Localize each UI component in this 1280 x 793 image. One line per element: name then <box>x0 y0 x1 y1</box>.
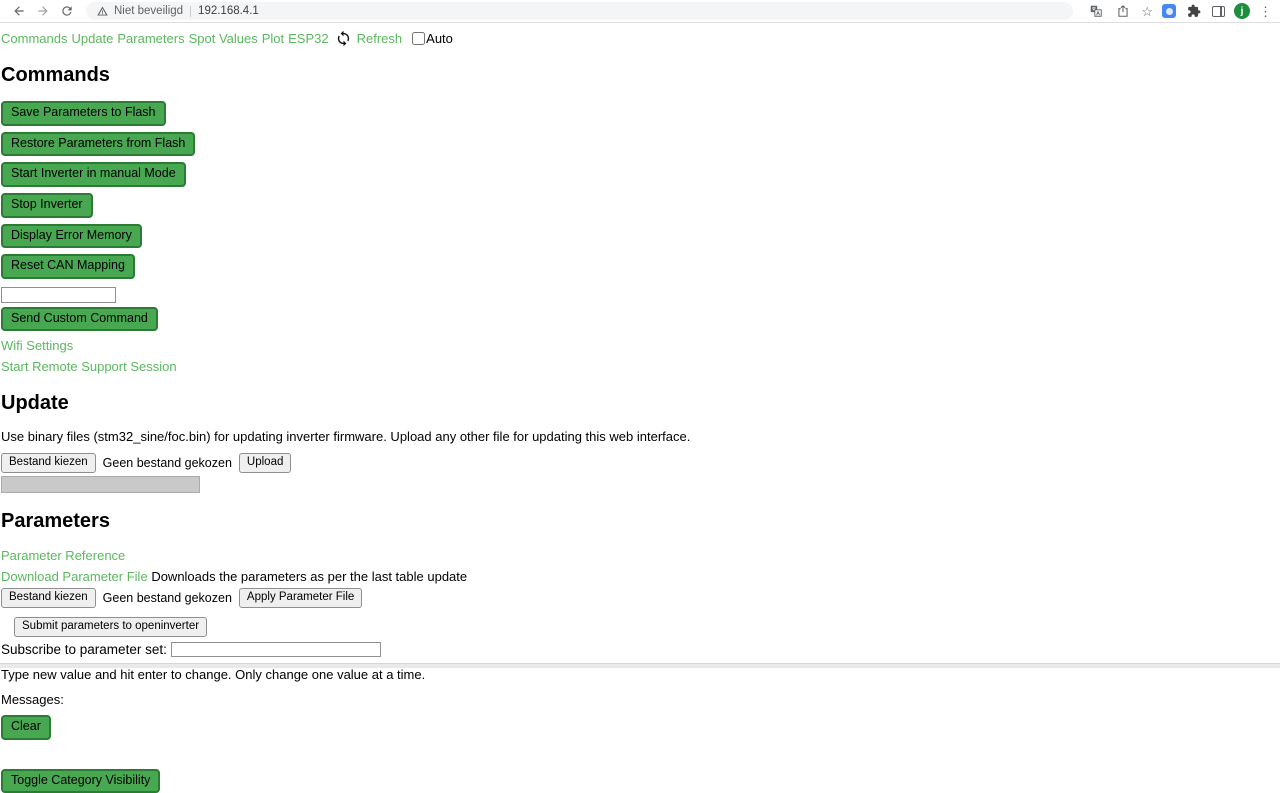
remote-support-link[interactable]: Start Remote Support Session <box>1 359 177 374</box>
reload-icon[interactable] <box>58 2 76 20</box>
apply-parameter-file-button[interactable]: Apply Parameter File <box>239 588 362 608</box>
upload-progress-bar <box>1 476 200 493</box>
update-file-status: Geen bestand gekozen <box>103 456 232 470</box>
subscribe-row: Subscribe to parameter set: <box>1 642 1280 657</box>
top-nav: Commands Update Parameters Spot Values P… <box>1 30 1280 47</box>
page-content: Commands Update Parameters Spot Values P… <box>0 23 1280 793</box>
edit-hint: Type new value and hit enter to change. … <box>1 667 1280 682</box>
update-description: Use binary files (stm32_sine/foc.bin) fo… <box>1 429 1280 444</box>
parameters-file-status: Geen bestand gekozen <box>103 591 232 605</box>
toggle-category-visibility-button[interactable]: Toggle Category Visibility <box>1 769 160 793</box>
submit-parameters-button[interactable]: Submit parameters to openinverter <box>14 617 207 637</box>
download-parameter-file-link[interactable]: Download Parameter File <box>1 569 148 584</box>
reset-can-mapping-button[interactable]: Reset CAN Mapping <box>1 254 135 279</box>
clear-button[interactable]: Clear <box>1 715 51 740</box>
extensions-puzzle-icon[interactable] <box>1185 2 1203 20</box>
stop-inverter-button[interactable]: Stop Inverter <box>1 193 93 218</box>
share-icon[interactable] <box>1114 2 1132 20</box>
subscribe-input[interactable] <box>171 642 381 657</box>
update-choose-file-button[interactable]: Bestand kiezen <box>1 453 96 473</box>
omnibox-divider <box>190 6 191 17</box>
browser-toolbar: Niet beveiligd 192.168.4.1 ☆ j ⋮ <box>0 0 1280 23</box>
side-panel-icon[interactable] <box>1212 6 1225 17</box>
back-icon[interactable] <box>10 2 28 20</box>
nav-link-commands[interactable]: Commands <box>1 31 67 46</box>
bookmark-star-icon[interactable]: ☆ <box>1141 5 1153 18</box>
menu-kebab-icon[interactable]: ⋮ <box>1259 5 1272 18</box>
update-file-row: Bestand kiezen Geen bestand gekozen Uplo… <box>1 453 1280 473</box>
forward-icon[interactable] <box>34 2 52 20</box>
upload-button[interactable]: Upload <box>239 453 291 473</box>
download-note: Downloads the parameters as per the last… <box>151 569 467 584</box>
custom-command-input[interactable] <box>1 287 116 303</box>
start-inverter-manual-button[interactable]: Start Inverter in manual Mode <box>1 162 186 187</box>
nav-link-spot-values[interactable]: Spot Values <box>189 31 258 46</box>
wifi-settings-link[interactable]: Wifi Settings <box>1 338 73 353</box>
extension-blue-icon[interactable] <box>1162 4 1176 18</box>
translate-icon[interactable] <box>1087 2 1105 20</box>
table-header-edge <box>0 663 1280 668</box>
save-parameters-flash-button[interactable]: Save Parameters to Flash <box>1 101 166 126</box>
display-error-memory-button[interactable]: Display Error Memory <box>1 224 142 249</box>
commands-heading: Commands <box>1 64 1280 87</box>
parameter-reference-link[interactable]: Parameter Reference <box>1 548 125 563</box>
nav-link-plot[interactable]: Plot <box>262 31 284 46</box>
sync-icon[interactable] <box>335 30 352 47</box>
auto-refresh-checkbox[interactable] <box>412 32 425 45</box>
parameters-file-row: Bestand kiezen Geen bestand gekozen Appl… <box>1 588 1280 608</box>
restore-parameters-flash-button[interactable]: Restore Parameters from Flash <box>1 132 195 157</box>
address-bar[interactable]: Niet beveiligd 192.168.4.1 <box>86 2 1073 20</box>
nav-link-parameters[interactable]: Parameters <box>117 31 184 46</box>
messages-label: Messages: <box>1 692 1280 707</box>
profile-avatar[interactable]: j <box>1234 3 1250 19</box>
warning-icon <box>96 5 109 17</box>
nav-link-esp32[interactable]: ESP32 <box>288 31 328 46</box>
url-text: 192.168.4.1 <box>198 5 259 17</box>
subscribe-label: Subscribe to parameter set: <box>1 642 167 657</box>
parameters-choose-file-button[interactable]: Bestand kiezen <box>1 588 96 608</box>
send-custom-command-button[interactable]: Send Custom Command <box>1 307 158 332</box>
auto-label: Auto <box>426 31 453 46</box>
update-heading: Update <box>1 392 1280 415</box>
parameters-heading: Parameters <box>1 510 1280 533</box>
nav-link-update[interactable]: Update <box>71 31 113 46</box>
security-label: Niet beveiligd <box>114 5 183 17</box>
refresh-link[interactable]: Refresh <box>357 31 403 46</box>
